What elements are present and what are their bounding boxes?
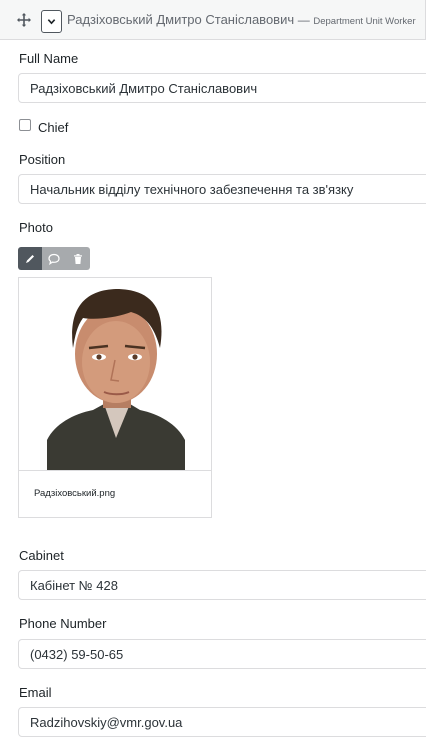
- field-group-header: Радзіховський Дмитро Станіславович — Dep…: [0, 0, 426, 40]
- position-input[interactable]: Начальник відділу технічного забезпеченн…: [18, 174, 426, 204]
- photo-label: Photo: [19, 220, 53, 235]
- comment-icon: [48, 253, 60, 265]
- chief-checkbox[interactable]: [19, 119, 31, 131]
- photo-toolbar: [18, 247, 90, 270]
- photo-divider: [19, 470, 211, 471]
- edit-icon: [26, 254, 34, 263]
- phone-input[interactable]: (0432) 59-50-65: [18, 639, 426, 669]
- email-label: Email: [19, 685, 52, 700]
- header-title: Радзіховський Дмитро Станіславович — Dep…: [67, 12, 416, 27]
- photo-attachment-card[interactable]: Радзіховський.png: [18, 277, 212, 518]
- email-input[interactable]: Radzihovskiy@vmr.gov.ua: [18, 707, 426, 737]
- phone-label: Phone Number: [19, 616, 107, 631]
- move-icon[interactable]: [17, 13, 31, 27]
- photo-file-name: Радзіховський.png: [34, 488, 116, 499]
- header-separator: —: [297, 13, 310, 27]
- delete-photo-button[interactable]: [66, 247, 90, 270]
- cabinet-input[interactable]: Кабінет № 428: [18, 570, 426, 600]
- header-title-text: Радзіховський Дмитро Станіславович: [67, 12, 295, 27]
- collapse-button[interactable]: [41, 10, 62, 33]
- chevron-down-icon: [47, 19, 56, 25]
- edit-photo-button[interactable]: [18, 247, 42, 270]
- header-subtitle: Department Unit Worker: [313, 16, 416, 27]
- chief-label[interactable]: Chief: [38, 120, 68, 135]
- person-photo: [47, 288, 185, 470]
- full-name-label: Full Name: [19, 51, 79, 66]
- full-name-input[interactable]: Радзіховський Дмитро Станіславович: [18, 73, 426, 103]
- position-label: Position: [19, 152, 66, 167]
- cabinet-label: Cabinet: [19, 548, 64, 563]
- trash-icon: [74, 253, 82, 264]
- comment-photo-button[interactable]: [42, 247, 66, 270]
